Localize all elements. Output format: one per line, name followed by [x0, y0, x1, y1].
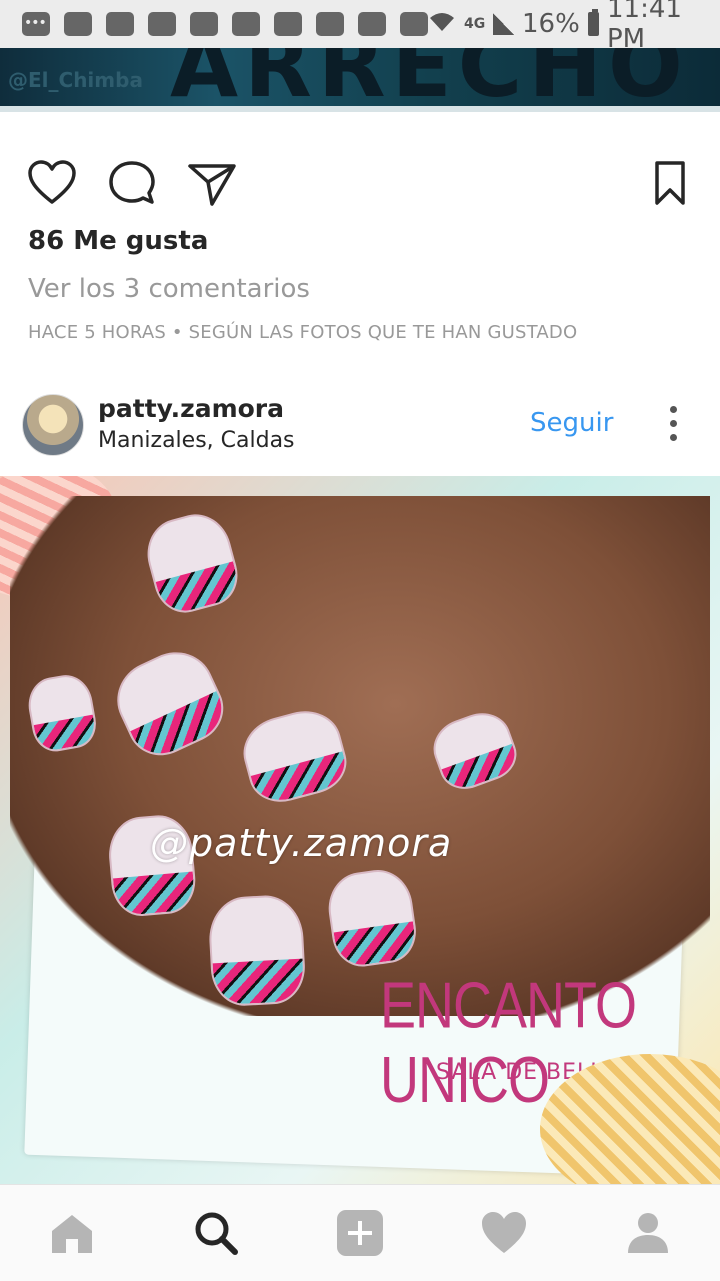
app-icon: [148, 12, 176, 36]
follow-button[interactable]: Seguir: [530, 408, 613, 438]
facebook-icon: [64, 12, 92, 36]
system-status: 4G 16% 11:41 PM: [428, 0, 704, 54]
signal-icon: [493, 13, 515, 35]
photo-watermark: @patty.zamora: [150, 821, 453, 865]
view-comments-link[interactable]: Ver los 3 comentarios: [28, 274, 310, 304]
nail: [207, 893, 307, 1008]
battery-icon: [587, 9, 599, 36]
dot: [669, 434, 677, 441]
post-time-info: HACE 5 HORAS • SEGÚN LAS FOTOS QUE TE HA…: [28, 322, 578, 343]
post-header: patty.zamora Manizales, Caldas Seguir: [0, 382, 720, 468]
home-icon[interactable]: [46, 1207, 98, 1259]
wifi-icon: [428, 9, 456, 40]
voicemail-icon: [274, 12, 302, 36]
banner-handle: @El_Chimba: [8, 68, 143, 92]
instagram-icon: [400, 12, 428, 36]
network-type: 4G: [464, 16, 486, 32]
messages-icon: [22, 12, 50, 36]
post-actions: [0, 150, 720, 214]
clock: 11:41 PM: [607, 0, 682, 54]
messenger-icon: [358, 12, 386, 36]
activity-heart-icon[interactable]: [478, 1207, 530, 1259]
send-icon[interactable]: [186, 158, 238, 208]
mail-icon: [232, 12, 260, 36]
shopping-bag-icon: [316, 12, 344, 36]
banner-text: ARRECHO: [170, 48, 689, 112]
previous-post-image[interactable]: ARRECHO @El_Chimba: [0, 48, 720, 112]
bookmark-icon[interactable]: [650, 158, 690, 208]
heart-icon[interactable]: [26, 158, 78, 208]
bottom-navigation: [0, 1184, 720, 1281]
add-icon[interactable]: [334, 1207, 386, 1259]
battery-percent: 16%: [522, 9, 580, 39]
dot: [669, 420, 677, 427]
gallery-icon: [106, 12, 134, 36]
dot: [669, 406, 677, 413]
comment-icon[interactable]: [106, 158, 158, 208]
notification-icons: [22, 12, 428, 36]
username[interactable]: patty.zamora: [98, 394, 284, 423]
post-photo[interactable]: @patty.zamora ENCANTO UNICO SALA DE BELL…: [0, 476, 720, 1184]
more-options-icon[interactable]: [666, 406, 680, 446]
avatar[interactable]: [22, 394, 84, 456]
location[interactable]: Manizales, Caldas: [98, 428, 295, 453]
banner-edge: [0, 106, 720, 112]
status-bar: 4G 16% 11:41 PM: [0, 0, 720, 54]
likes-count[interactable]: 86 Me gusta: [28, 226, 208, 256]
search-icon[interactable]: [190, 1207, 242, 1259]
shake-hand-icon: [190, 12, 218, 36]
profile-icon[interactable]: [622, 1207, 674, 1259]
